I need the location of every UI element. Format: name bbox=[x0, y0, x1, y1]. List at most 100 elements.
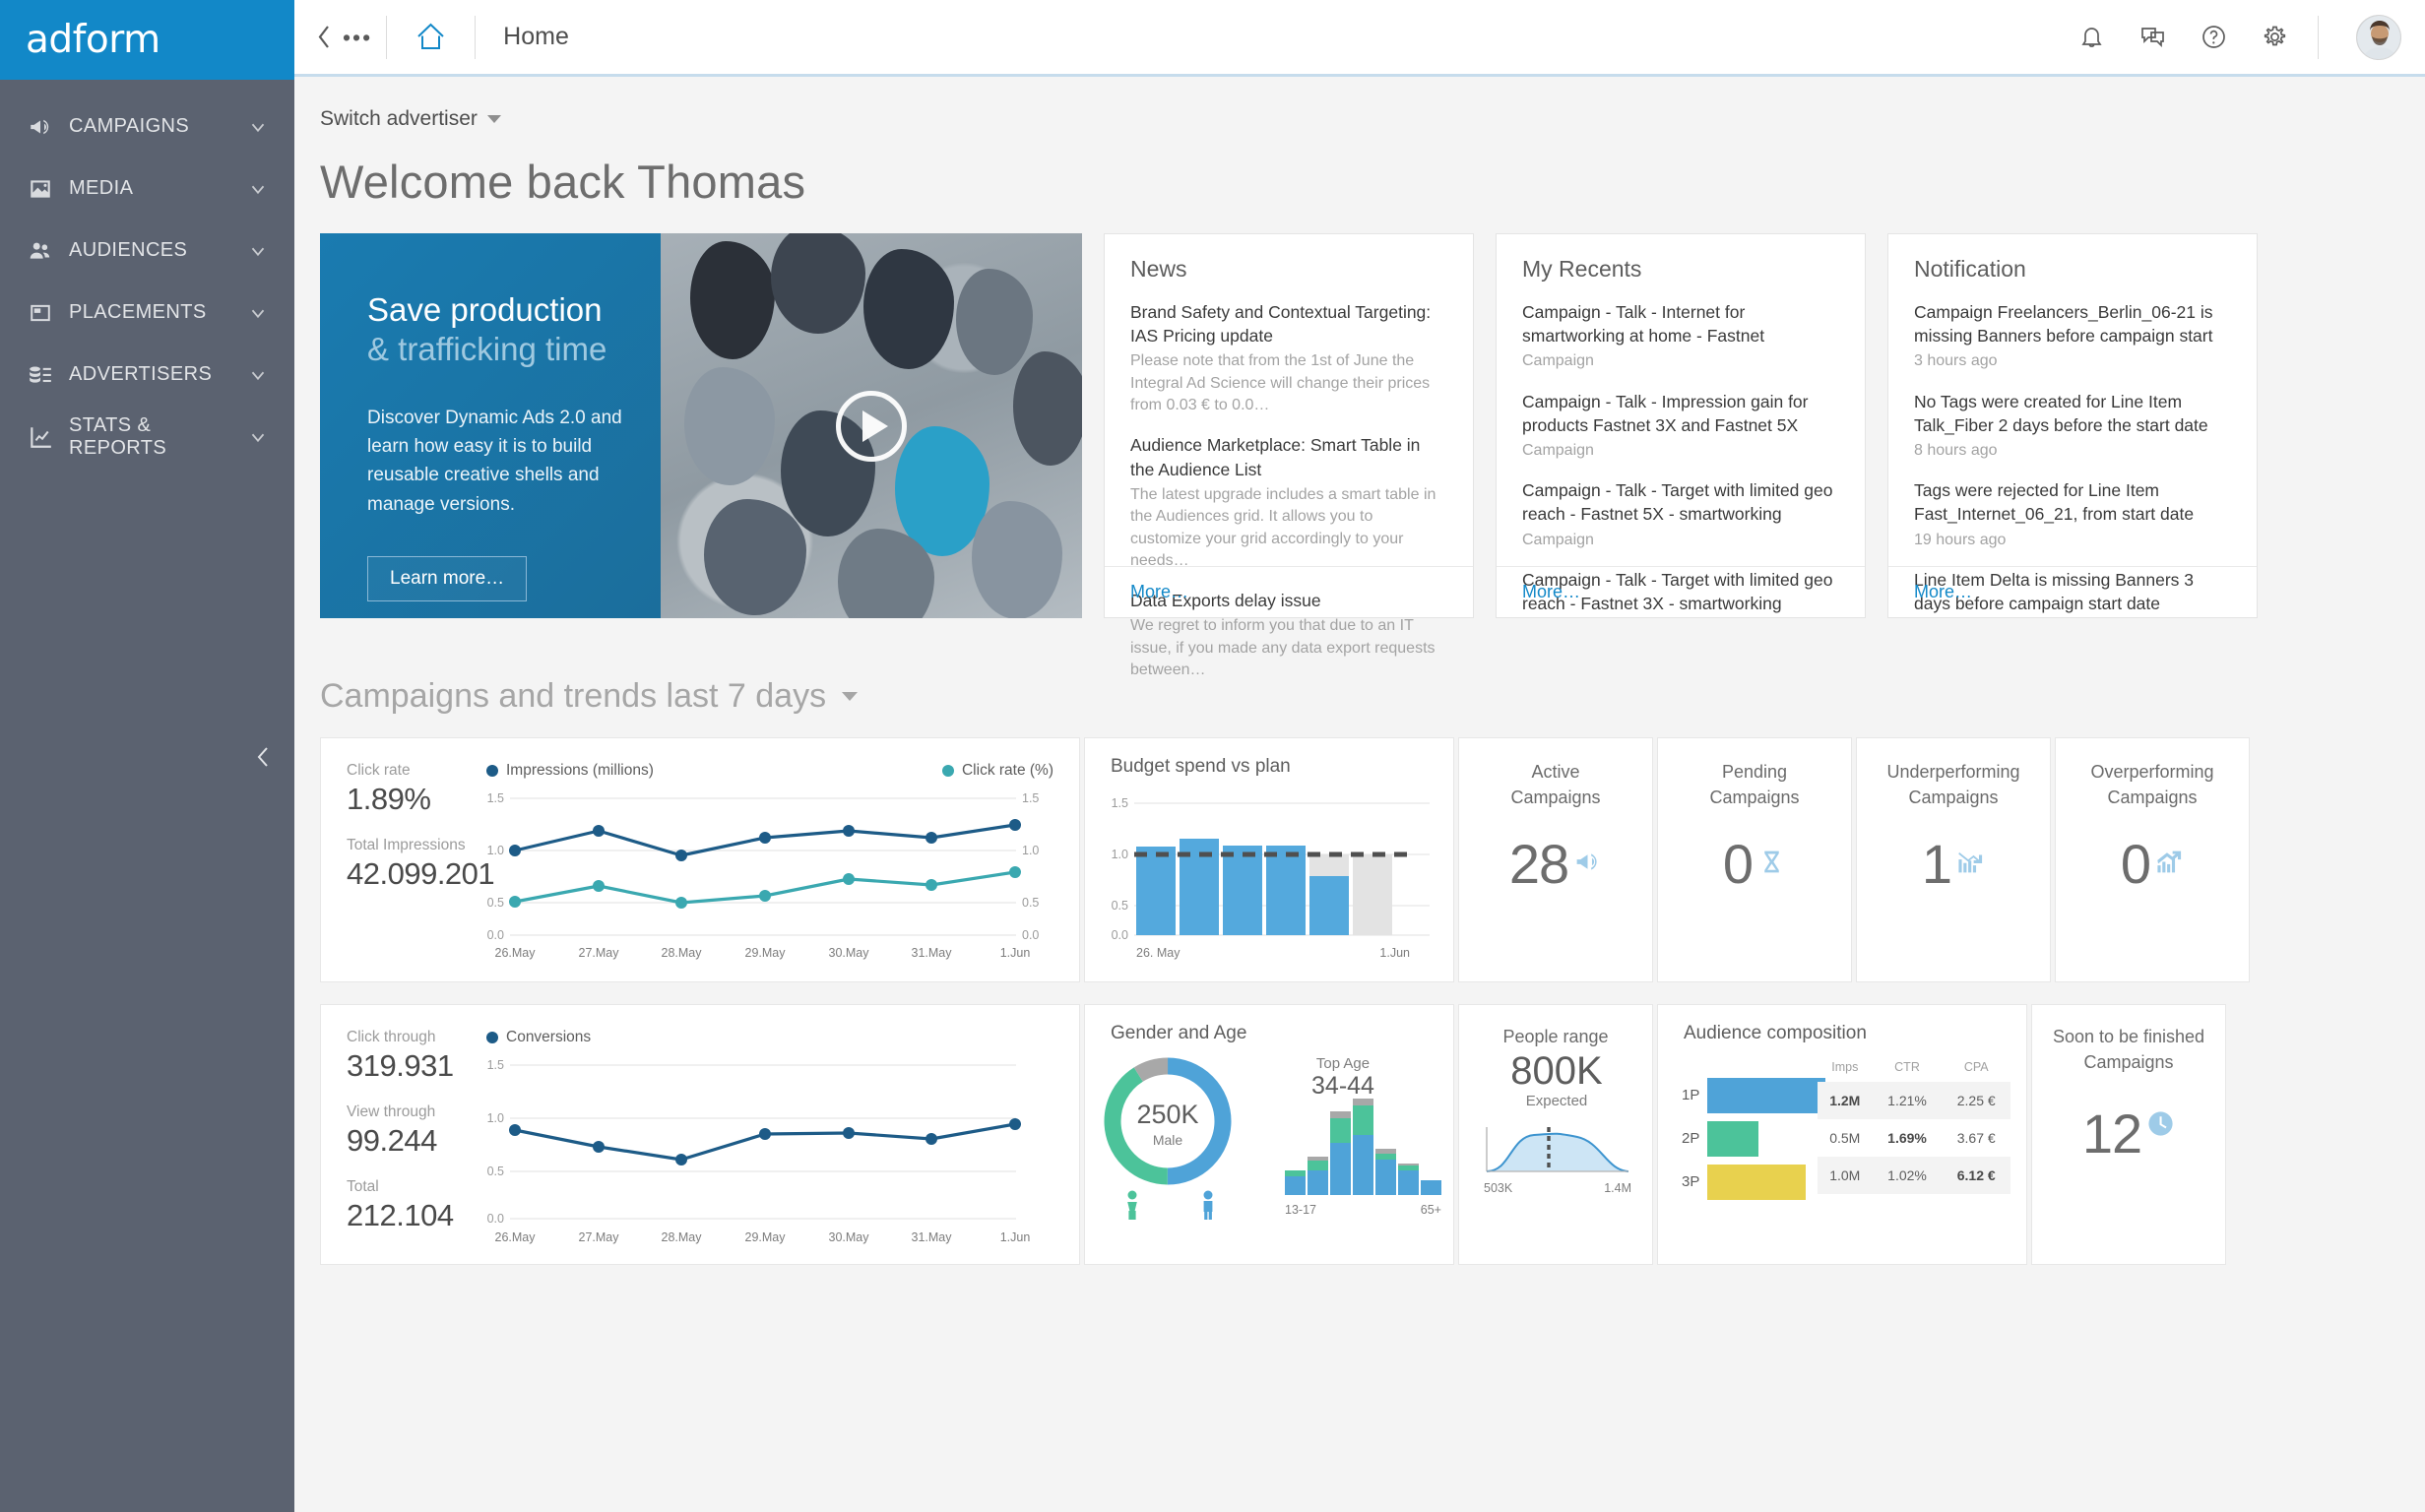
more-options-icon[interactable]: ••• bbox=[343, 26, 372, 48]
sidebar-item-label: ADVERTISERS bbox=[69, 363, 213, 385]
promo-title-line2: & trafficking time bbox=[367, 331, 607, 368]
page-title: Welcome back Thomas bbox=[320, 156, 806, 208]
news-item-sub: We regret to inform you that due to an I… bbox=[1130, 617, 1436, 679]
budget-spend-chart: 1.5 1.0 0.5 0.0 26. May 1.Jun bbox=[1112, 796, 1430, 960]
promo-banner[interactable]: Save production & trafficking time Disco… bbox=[320, 233, 1082, 618]
chevron-down-icon[interactable] bbox=[247, 426, 269, 448]
news-item-sub: The latest upgrade includes a smart tabl… bbox=[1130, 485, 1436, 569]
kpi-card-active-campaigns[interactable]: Active Campaigns 28 bbox=[1458, 737, 1653, 982]
kpi-title: Underperforming Campaigns bbox=[1857, 738, 2050, 810]
svg-text:1.0: 1.0 bbox=[1112, 848, 1128, 861]
kpi-title-line2: Campaigns bbox=[1908, 787, 1999, 807]
sidebar-item-stats-and-reports[interactable]: STATS & REPORTS bbox=[0, 406, 294, 468]
cell-imps: 1.0M bbox=[1818, 1157, 1873, 1194]
sidebar: adform CAMPAIGNS MEDIA AUDIENCES PLACEME… bbox=[0, 0, 294, 1512]
chevron-down-icon[interactable] bbox=[247, 116, 269, 138]
adform-logo: adform bbox=[26, 18, 160, 62]
cell-cpa: 3.67 € bbox=[1956, 1130, 1996, 1146]
budget-spend-card: Budget spend vs plan 1.5 1.0 0.5 0.0 26.… bbox=[1084, 737, 1454, 982]
sidebar-item-advertisers[interactable]: ADVERTISERS bbox=[0, 344, 294, 406]
chevron-down-icon[interactable] bbox=[247, 240, 269, 262]
column-header: Imps bbox=[1831, 1060, 1859, 1074]
svg-text:0.5: 0.5 bbox=[1112, 899, 1128, 913]
chevron-down-icon bbox=[486, 115, 501, 123]
kpi-title: Active Campaigns bbox=[1459, 738, 1652, 810]
my-recents-more-link[interactable]: More… bbox=[1497, 566, 1865, 617]
soon-title-line2: Campaigns bbox=[2083, 1051, 2174, 1072]
kpi-card-overperforming-campaigns[interactable]: Overperforming Campaigns 0 bbox=[2055, 737, 2250, 982]
conversions-chart: 1.5 1.0 0.5 0.0 26.May 27.May 28.May 29.… bbox=[487, 1058, 1031, 1244]
sidebar-item-placements[interactable]: PLACEMENTS bbox=[0, 282, 294, 344]
svg-text:0.5: 0.5 bbox=[1022, 896, 1039, 910]
recent-item[interactable]: Campaign - Talk - Internet for smartwork… bbox=[1522, 300, 1839, 373]
recent-item[interactable]: Campaign - Talk - Impression gain for pr… bbox=[1522, 390, 1839, 463]
notification-item-title: No Tags were created for Line Item Talk_… bbox=[1914, 391, 2208, 435]
soon-to-finish-card[interactable]: Soon to be finished Campaigns 12 bbox=[2031, 1004, 2226, 1265]
recent-item[interactable]: Campaign - Talk - Target with limited ge… bbox=[1522, 478, 1839, 551]
budget-spend-title: Budget spend vs plan bbox=[1111, 756, 1291, 777]
play-video-button[interactable] bbox=[836, 390, 907, 462]
cell-cpa: 6.12 € bbox=[1942, 1157, 2010, 1194]
sidebar-item-audiences[interactable]: AUDIENCES bbox=[0, 220, 294, 282]
kpi-card-pending-campaigns[interactable]: Pending Campaigns 0 bbox=[1657, 737, 1852, 982]
kpi-value: 28 bbox=[1508, 833, 1569, 895]
section-title-dropdown[interactable]: Campaigns and trends last 7 days bbox=[320, 677, 2425, 716]
kpi-card-underperforming-campaigns[interactable]: Underperforming Campaigns 1 bbox=[1856, 737, 2051, 982]
svg-text:26. May: 26. May bbox=[1136, 946, 1181, 960]
recent-item-title: Campaign - Talk - Internet for smartwork… bbox=[1522, 302, 1765, 346]
svg-text:26.May: 26.May bbox=[495, 1230, 537, 1244]
notification-title: Notification bbox=[1914, 256, 2026, 282]
notification-item[interactable]: Tags were rejected for Line Item Fast_In… bbox=[1914, 478, 2231, 551]
help-icon[interactable] bbox=[2196, 20, 2231, 55]
chevron-down-icon bbox=[842, 692, 859, 701]
chevron-down-icon[interactable] bbox=[247, 364, 269, 386]
svg-text:0.0: 0.0 bbox=[487, 928, 504, 942]
switch-advertiser-dropdown[interactable]: Switch advertiser bbox=[320, 107, 501, 131]
svg-text:0.0: 0.0 bbox=[1112, 928, 1128, 942]
chat-icon[interactable] bbox=[2135, 20, 2170, 55]
news-item-title: Brand Safety and Contextual Targeting: I… bbox=[1130, 302, 1432, 346]
svg-text:1.Jun: 1.Jun bbox=[1000, 1230, 1031, 1244]
sidebar-collapse-button[interactable] bbox=[0, 744, 294, 770]
notification-panel: Notification Campaign Freelancers_Berlin… bbox=[1887, 233, 2258, 618]
kpi-value-row: 1 bbox=[1857, 832, 2050, 896]
column-header: CPA bbox=[1963, 1060, 1989, 1074]
back-button[interactable]: ••• bbox=[294, 24, 386, 50]
sidebar-item-campaigns[interactable]: CAMPAIGNS bbox=[0, 95, 294, 158]
news-item[interactable]: Brand Safety and Contextual Targeting: I… bbox=[1130, 300, 1447, 416]
svg-text:13-17: 13-17 bbox=[1285, 1203, 1316, 1217]
cell-cpa: 2.25 € bbox=[1942, 1082, 2010, 1119]
kpi-value-row: 28 bbox=[1459, 832, 1652, 896]
svg-text:31.May: 31.May bbox=[912, 946, 953, 960]
svg-text:3P: 3P bbox=[1682, 1173, 1699, 1190]
brand-logo-area[interactable]: adform bbox=[0, 0, 294, 80]
kpi-title: Overperforming Campaigns bbox=[2056, 738, 2249, 810]
news-item[interactable]: Audience Marketplace: Smart Table in the… bbox=[1130, 433, 1447, 572]
cell-ctr: 1.21% bbox=[1872, 1082, 1943, 1119]
avatar[interactable] bbox=[2356, 14, 2401, 60]
chevron-down-icon[interactable] bbox=[247, 178, 269, 200]
sidebar-item-label: AUDIENCES bbox=[69, 239, 188, 261]
sidebar-item-media[interactable]: MEDIA bbox=[0, 158, 294, 220]
svg-text:1.0: 1.0 bbox=[487, 1111, 504, 1125]
svg-text:1.0: 1.0 bbox=[1022, 844, 1039, 857]
svg-text:26.May: 26.May bbox=[495, 946, 537, 960]
breadcrumb: Home bbox=[503, 23, 569, 50]
switch-advertiser-label: Switch advertiser bbox=[320, 107, 478, 130]
notification-item[interactable]: No Tags were created for Line Item Talk_… bbox=[1914, 390, 2231, 463]
gear-icon[interactable] bbox=[2257, 20, 2292, 55]
news-more-link[interactable]: More… bbox=[1105, 566, 1473, 617]
placement-icon bbox=[26, 298, 55, 328]
svg-text:0.0: 0.0 bbox=[1022, 928, 1039, 942]
notification-more-link[interactable]: More… bbox=[1888, 566, 2257, 617]
svg-text:31.May: 31.May bbox=[912, 1230, 953, 1244]
home-icon[interactable] bbox=[387, 21, 475, 53]
news-item-title: Audience Marketplace: Smart Table in the… bbox=[1130, 435, 1421, 479]
svg-text:28.May: 28.May bbox=[662, 1230, 703, 1244]
notification-item[interactable]: Campaign Freelancers_Berlin_06-21 is mis… bbox=[1914, 300, 2231, 373]
cell-ctr: 1.02% bbox=[1872, 1157, 1943, 1194]
learn-more-button[interactable]: Learn more… bbox=[367, 556, 528, 602]
bell-icon[interactable] bbox=[2074, 20, 2109, 55]
chevron-down-icon[interactable] bbox=[247, 302, 269, 324]
recent-item-sub: Campaign bbox=[1522, 352, 1594, 370]
